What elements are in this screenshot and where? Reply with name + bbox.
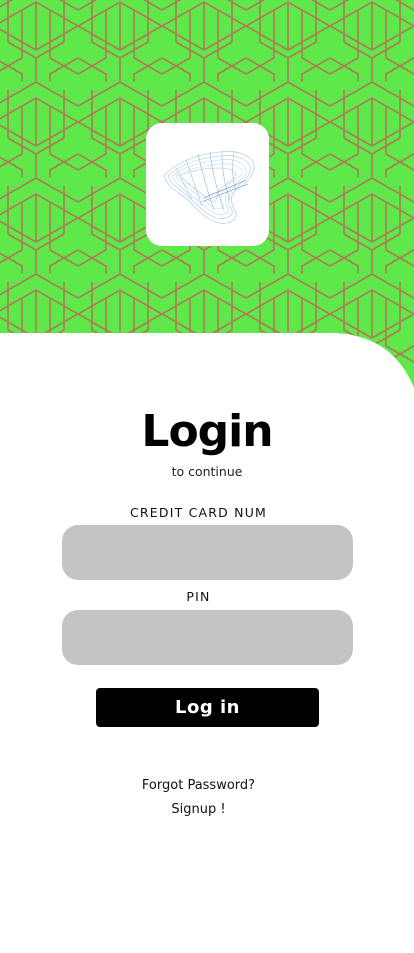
page-subtitle: to continue — [171, 464, 243, 479]
app-logo-tile — [146, 123, 269, 246]
pin-input[interactable] — [62, 610, 353, 665]
pin-label: PIN — [186, 589, 211, 604]
credit-card-input[interactable] — [62, 525, 353, 580]
signup-link[interactable]: Signup ! — [0, 802, 397, 817]
login-button[interactable]: Log in — [96, 688, 319, 727]
wave-mesh-logo-icon — [163, 150, 255, 224]
forgot-password-link[interactable]: Forgot Password? — [0, 778, 397, 793]
page-title: Login — [141, 406, 273, 457]
credit-card-label: CREDIT CARD NUM — [129, 505, 268, 520]
